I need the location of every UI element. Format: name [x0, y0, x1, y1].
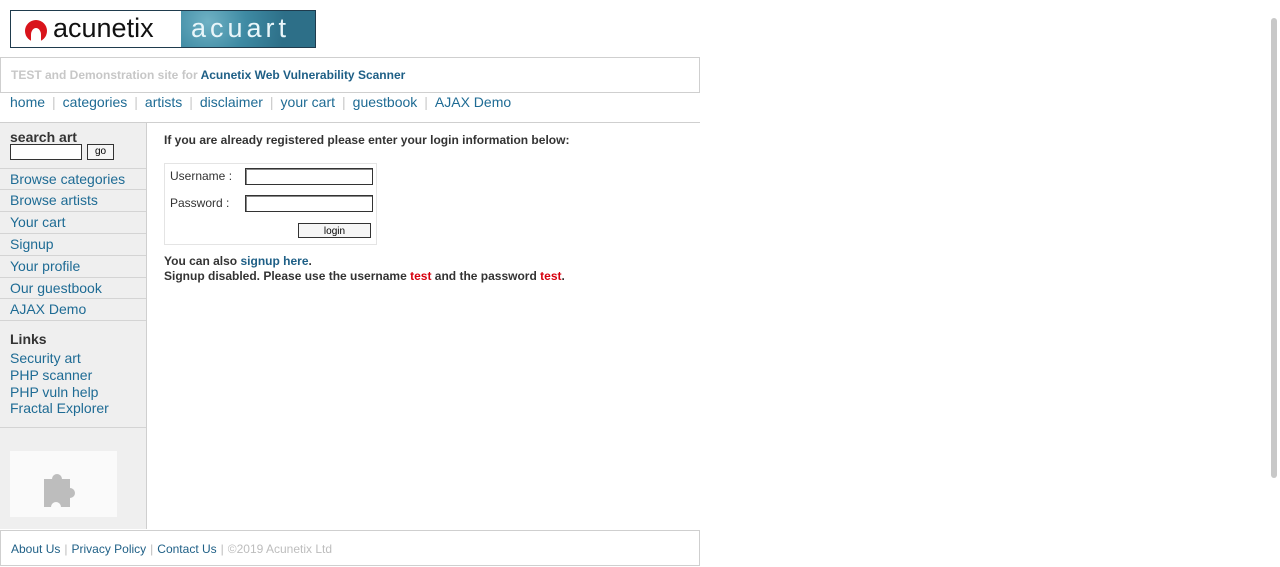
sidebar-link[interactable]: Your profile: [10, 258, 80, 274]
sidebar-item-browse-artists[interactable]: Browse artists: [0, 189, 146, 211]
signup-prefix: You can also: [164, 254, 238, 268]
nav-separator: |: [134, 94, 138, 110]
nav-separator: |: [269, 94, 274, 110]
site-subtitle-bar: TEST and Demonstration site for Acunetix…: [0, 57, 700, 93]
page-scrollbar[interactable]: [1270, 0, 1278, 480]
footer-separator: |: [64, 542, 68, 556]
footer-about-link[interactable]: About Us: [11, 542, 60, 556]
footer-contact-link[interactable]: Contact Us: [157, 542, 216, 556]
nav-guestbook[interactable]: guestbook: [353, 94, 418, 110]
sidebar: search art go Browse categories Browse a…: [0, 123, 147, 529]
top-navigation: home | categories | artists | disclaimer | your …: [10, 94, 511, 110]
footer-links: About Us | Privacy Policy | Contact Us | ©2019…: [11, 542, 332, 556]
acunetix-mark-icon: [25, 20, 47, 42]
nav-separator: |: [52, 94, 56, 110]
plugin-placeholder: [10, 451, 117, 517]
link-php-vuln-help[interactable]: PHP vuln help: [10, 384, 98, 400]
password-label: Password :: [170, 196, 230, 210]
scrollbar-thumb[interactable]: [1271, 18, 1277, 478]
sidebar-item-our-guestbook[interactable]: Our guestbook: [0, 277, 146, 299]
nav-artists[interactable]: artists: [145, 94, 182, 110]
search-input[interactable]: [10, 144, 82, 160]
password-input[interactable]: [245, 195, 373, 212]
sidebar-item-your-cart[interactable]: Your cart: [0, 211, 146, 233]
acuart-wordmark: acuart: [191, 13, 291, 43]
sidebar-link[interactable]: Browse artists: [10, 192, 98, 208]
nav-categories[interactable]: categories: [63, 94, 128, 110]
footer-separator: |: [220, 542, 224, 556]
footer: About Us | Privacy Policy | Contact Us | ©2019…: [0, 530, 700, 566]
disabled-text-2: and the password: [434, 269, 537, 283]
acunetix-wordmark: acunetix: [53, 13, 154, 43]
username-input[interactable]: [245, 168, 373, 185]
footer-separator: |: [150, 542, 154, 556]
nav-separator: |: [342, 94, 346, 110]
search-go-button[interactable]: go: [87, 144, 114, 160]
footer-copyright: ©2019 Acunetix Ltd: [227, 542, 333, 556]
subtitle-product-link[interactable]: Acunetix Web Vulnerability Scanner: [201, 68, 406, 82]
signup-hint: You can also signup here.: [164, 254, 312, 268]
login-form: Username : Password : login: [164, 163, 377, 245]
disabled-end: .: [561, 269, 565, 283]
acuart-logo: acuart: [181, 11, 315, 47]
test-password: test: [540, 269, 562, 283]
sidebar-item-signup[interactable]: Signup: [0, 233, 146, 255]
sidebar-link[interactable]: Your cart: [10, 214, 66, 230]
footer-privacy-link[interactable]: Privacy Policy: [71, 542, 146, 556]
sidebar-link[interactable]: AJAX Demo: [10, 301, 86, 317]
disabled-text-1: Signup disabled. Please use the username: [164, 269, 407, 283]
sidebar-item-your-profile[interactable]: Your profile: [0, 255, 146, 277]
search-label: search art: [10, 129, 77, 145]
nav-home[interactable]: home: [10, 94, 45, 110]
sidebar-item-browse-categories[interactable]: Browse categories: [0, 168, 146, 190]
site-subtitle: TEST and Demonstration site for Acunetix…: [11, 68, 405, 82]
username-label: Username :: [170, 169, 233, 183]
nav-separator: |: [189, 94, 193, 110]
nav-disclaimer[interactable]: disclaimer: [200, 94, 263, 110]
links-heading: Links: [10, 331, 47, 347]
signup-disabled-notice: Signup disabled. Please use the username…: [164, 269, 565, 283]
subtitle-prefix: TEST and Demonstration site for: [11, 68, 198, 82]
acunetix-logo: acunetix: [11, 11, 181, 47]
login-prompt: If you are already registered please ent…: [164, 133, 570, 147]
link-security-art[interactable]: Security art: [10, 350, 81, 366]
nav-ajax-demo[interactable]: AJAX Demo: [435, 94, 511, 110]
signup-link[interactable]: signup here: [240, 254, 308, 268]
site-logo[interactable]: acunetix acuart: [10, 10, 316, 48]
link-php-scanner[interactable]: PHP scanner: [10, 367, 92, 383]
nav-separator: |: [424, 94, 428, 110]
sidebar-item-ajax-demo[interactable]: AJAX Demo: [0, 298, 146, 321]
sidebar-divider: [0, 427, 146, 428]
sidebar-link[interactable]: Browse categories: [10, 171, 125, 187]
signup-suffix: .: [308, 254, 312, 268]
puzzle-piece-icon: [44, 474, 75, 507]
sidebar-link[interactable]: Our guestbook: [10, 280, 102, 296]
test-username: test: [410, 269, 432, 283]
link-fractal-explorer[interactable]: Fractal Explorer: [10, 400, 109, 416]
nav-your-cart[interactable]: your cart: [281, 94, 335, 110]
sidebar-link[interactable]: Signup: [10, 236, 54, 252]
login-button[interactable]: login: [298, 223, 371, 238]
